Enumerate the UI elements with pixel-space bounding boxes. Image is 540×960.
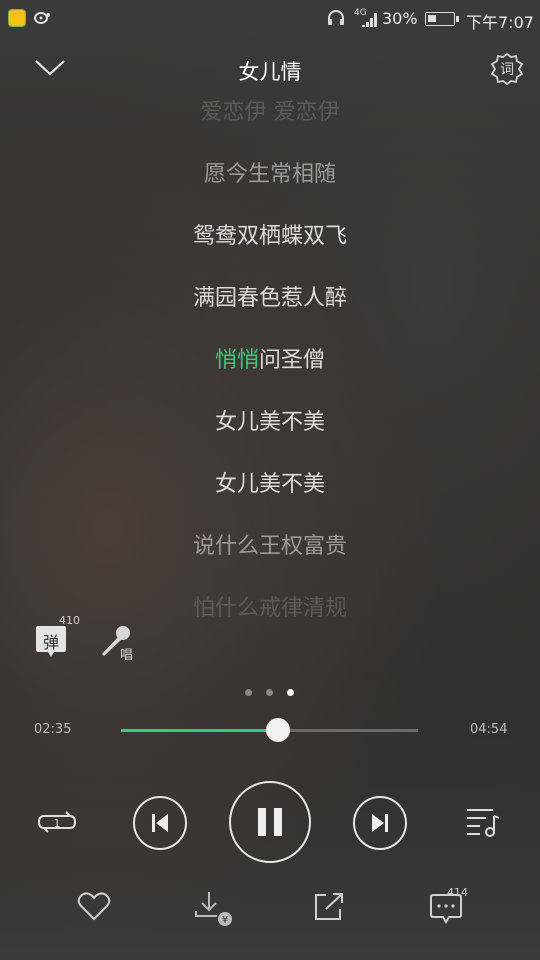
- repeat-one-icon: 1: [37, 811, 77, 833]
- favorite-button[interactable]: [77, 890, 111, 922]
- settings-label: 词: [500, 62, 514, 78]
- signal-icon: 4G: [354, 8, 380, 28]
- battery-percent: 30%: [382, 9, 418, 28]
- lyric-line: 女儿美不美: [214, 410, 325, 435]
- clock: 下午7:07: [466, 13, 534, 32]
- playlist-icon: [467, 809, 500, 837]
- svg-text:¥: ¥: [222, 915, 228, 926]
- share-button[interactable]: [312, 891, 346, 923]
- heart-icon: [77, 892, 111, 921]
- unsung-text: 问圣僧: [259, 348, 326, 373]
- elapsed-time: 02:35: [34, 722, 72, 737]
- total-time: 04:54: [470, 722, 508, 737]
- previous-button[interactable]: [133, 796, 187, 850]
- app-notification-icon: [8, 9, 26, 27]
- battery-icon: [425, 12, 459, 26]
- lyric-line: 说什么王权富贵: [192, 534, 347, 559]
- page-dot-active[interactable]: [287, 689, 294, 696]
- next-button[interactable]: [353, 796, 407, 850]
- song-title: 女儿情: [238, 60, 302, 84]
- pause-icon: [258, 808, 282, 836]
- comments-button[interactable]: 414: [428, 886, 472, 926]
- status-bar: 4G 30% 下午7:07: [0, 0, 540, 38]
- lyric-line: 鸳鸯双栖蝶双飞: [192, 224, 347, 249]
- lyric-line: 愿今生常相随: [203, 162, 336, 187]
- download-icon: ¥: [195, 892, 232, 926]
- danmu-button[interactable]: 弹 410: [34, 614, 80, 662]
- pause-button[interactable]: [229, 781, 311, 863]
- progress-thumb[interactable]: [266, 718, 290, 742]
- lyric-line: 怕什么戒律清规: [192, 596, 347, 620]
- sung-text: 悄悄: [214, 348, 259, 373]
- page-dot[interactable]: [266, 689, 273, 696]
- progress-fill: [121, 729, 278, 732]
- lyric-line: 女儿美不美: [214, 472, 325, 497]
- chat-notification-icon: [33, 10, 51, 26]
- skip-forward-icon: [372, 814, 388, 832]
- comment-count: 414: [447, 886, 468, 899]
- lyric-line: 满园春色惹人醉: [192, 286, 347, 311]
- danmu-label: 弹: [42, 633, 59, 652]
- danmu-count: 410: [59, 614, 80, 627]
- share-icon: [315, 893, 343, 920]
- current-lyric-line: 悄悄问圣僧: [0, 342, 540, 374]
- lyrics-view[interactable]: 爱恋伊 爱恋伊 愿今生常相随 鸳鸯双栖蝶双飞 满园春色惹人醉 悄悄问圣僧 女儿美…: [0, 90, 540, 620]
- skip-back-icon: [152, 814, 168, 832]
- page-dot[interactable]: [245, 689, 252, 696]
- svg-text:1: 1: [54, 817, 61, 830]
- karaoke-button[interactable]: 唱: [98, 624, 138, 664]
- lyric-line: 爱恋伊 爱恋伊: [200, 100, 340, 125]
- download-button[interactable]: ¥: [193, 889, 233, 929]
- repeat-mode-button[interactable]: 1: [36, 806, 78, 838]
- lyrics-settings-button[interactable]: 词: [490, 52, 524, 86]
- playlist-button[interactable]: [464, 806, 502, 838]
- network-type: 4G: [354, 8, 367, 18]
- karaoke-label: 唱: [120, 648, 134, 663]
- headphones-icon: [326, 9, 346, 27]
